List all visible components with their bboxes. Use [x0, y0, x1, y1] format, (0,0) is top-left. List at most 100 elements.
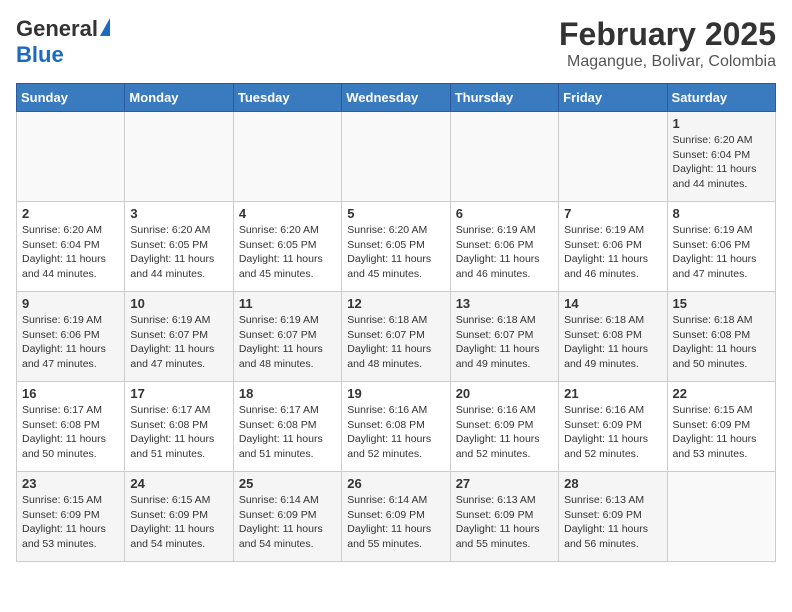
month-title: February 2025: [559, 16, 776, 53]
calendar-cell: 4 Sunrise: 6:20 AM Sunset: 6:05 PM Daylig…: [233, 202, 341, 292]
day-number: 7: [564, 206, 661, 221]
day-info: Sunrise: 6:17 AM Sunset: 6:08 PM Dayligh…: [239, 403, 336, 462]
calendar-cell: 24 Sunrise: 6:15 AM Sunset: 6:09 PM Dayli…: [125, 472, 233, 562]
day-info: Sunrise: 6:15 AM Sunset: 6:09 PM Dayligh…: [22, 493, 119, 552]
calendar-cell: 26 Sunrise: 6:14 AM Sunset: 6:09 PM Dayli…: [342, 472, 450, 562]
day-info: Sunrise: 6:18 AM Sunset: 6:07 PM Dayligh…: [456, 313, 553, 372]
day-info: Sunrise: 6:17 AM Sunset: 6:08 PM Dayligh…: [130, 403, 227, 462]
calendar-cell: 23 Sunrise: 6:15 AM Sunset: 6:09 PM Dayli…: [17, 472, 125, 562]
calendar-cell: 28 Sunrise: 6:13 AM Sunset: 6:09 PM Dayli…: [559, 472, 667, 562]
calendar-cell: 11Sunrise: 6:19 AM Sunset: 6:07 PM Dayli…: [233, 292, 341, 382]
day-number: 22: [673, 386, 770, 401]
calendar-cell: 7 Sunrise: 6:19 AM Sunset: 6:06 PM Daylig…: [559, 202, 667, 292]
calendar-cell: 25 Sunrise: 6:14 AM Sunset: 6:09 PM Dayli…: [233, 472, 341, 562]
day-info: Sunrise: 6:14 AM Sunset: 6:09 PM Dayligh…: [239, 493, 336, 552]
day-info: Sunrise: 6:13 AM Sunset: 6:09 PM Dayligh…: [564, 493, 661, 552]
day-number: 4: [239, 206, 336, 221]
day-number: 19: [347, 386, 444, 401]
calendar-cell: [125, 112, 233, 202]
day-number: 13: [456, 296, 553, 311]
weekday-header-wednesday: Wednesday: [342, 84, 450, 112]
calendar-week-row: 23 Sunrise: 6:15 AM Sunset: 6:09 PM Dayli…: [17, 472, 776, 562]
day-info: Sunrise: 6:16 AM Sunset: 6:08 PM Dayligh…: [347, 403, 444, 462]
day-number: 24: [130, 476, 227, 491]
day-info: Sunrise: 6:19 AM Sunset: 6:06 PM Dayligh…: [673, 223, 770, 282]
weekday-header-friday: Friday: [559, 84, 667, 112]
location-title: Magangue, Bolivar, Colombia: [559, 53, 776, 71]
day-number: 6: [456, 206, 553, 221]
calendar-week-row: 16 Sunrise: 6:17 AM Sunset: 6:08 PM Dayli…: [17, 382, 776, 472]
title-block: February 2025 Magangue, Bolivar, Colombi…: [559, 16, 776, 71]
logo-triangle-icon: [100, 18, 110, 36]
day-info: Sunrise: 6:18 AM Sunset: 6:08 PM Dayligh…: [673, 313, 770, 372]
calendar-cell: [17, 112, 125, 202]
day-number: 9: [22, 296, 119, 311]
day-info: Sunrise: 6:17 AM Sunset: 6:08 PM Dayligh…: [22, 403, 119, 462]
calendar-week-row: 1 Sunrise: 6:20 AM Sunset: 6:04 PM Daylig…: [17, 112, 776, 202]
day-info: Sunrise: 6:20 AM Sunset: 6:05 PM Dayligh…: [130, 223, 227, 282]
day-info: Sunrise: 6:20 AM Sunset: 6:04 PM Dayligh…: [22, 223, 119, 282]
calendar-cell: [342, 112, 450, 202]
day-info: Sunrise: 6:20 AM Sunset: 6:04 PM Dayligh…: [673, 133, 770, 192]
logo: General Blue: [16, 16, 110, 68]
weekday-header-row: SundayMondayTuesdayWednesdayThursdayFrid…: [17, 84, 776, 112]
logo-blue-text: Blue: [16, 42, 64, 68]
day-info: Sunrise: 6:18 AM Sunset: 6:08 PM Dayligh…: [564, 313, 661, 372]
calendar-week-row: 9Sunrise: 6:19 AM Sunset: 6:06 PM Daylig…: [17, 292, 776, 382]
calendar-cell: 21 Sunrise: 6:16 AM Sunset: 6:09 PM Dayli…: [559, 382, 667, 472]
weekday-header-thursday: Thursday: [450, 84, 558, 112]
day-info: Sunrise: 6:16 AM Sunset: 6:09 PM Dayligh…: [456, 403, 553, 462]
calendar-cell: 2Sunrise: 6:20 AM Sunset: 6:04 PM Daylig…: [17, 202, 125, 292]
weekday-header-tuesday: Tuesday: [233, 84, 341, 112]
calendar-cell: 15 Sunrise: 6:18 AM Sunset: 6:08 PM Dayli…: [667, 292, 775, 382]
page-header: General Blue February 2025 Magangue, Bol…: [16, 16, 776, 71]
weekday-header-saturday: Saturday: [667, 84, 775, 112]
calendar-cell: 9Sunrise: 6:19 AM Sunset: 6:06 PM Daylig…: [17, 292, 125, 382]
day-info: Sunrise: 6:16 AM Sunset: 6:09 PM Dayligh…: [564, 403, 661, 462]
calendar-cell: 22Sunrise: 6:15 AM Sunset: 6:09 PM Dayli…: [667, 382, 775, 472]
day-number: 23: [22, 476, 119, 491]
day-info: Sunrise: 6:19 AM Sunset: 6:06 PM Dayligh…: [564, 223, 661, 282]
day-info: Sunrise: 6:14 AM Sunset: 6:09 PM Dayligh…: [347, 493, 444, 552]
calendar-table: SundayMondayTuesdayWednesdayThursdayFrid…: [16, 83, 776, 562]
calendar-cell: 17 Sunrise: 6:17 AM Sunset: 6:08 PM Dayli…: [125, 382, 233, 472]
calendar-cell: [450, 112, 558, 202]
weekday-header-monday: Monday: [125, 84, 233, 112]
logo-general-text: General: [16, 16, 98, 42]
day-number: 5: [347, 206, 444, 221]
calendar-cell: 6 Sunrise: 6:19 AM Sunset: 6:06 PM Daylig…: [450, 202, 558, 292]
day-number: 21: [564, 386, 661, 401]
day-info: Sunrise: 6:19 AM Sunset: 6:06 PM Dayligh…: [456, 223, 553, 282]
day-number: 14: [564, 296, 661, 311]
day-number: 26: [347, 476, 444, 491]
calendar-cell: [667, 472, 775, 562]
day-number: 20: [456, 386, 553, 401]
day-number: 28: [564, 476, 661, 491]
day-number: 18: [239, 386, 336, 401]
day-number: 17: [130, 386, 227, 401]
day-number: 8: [673, 206, 770, 221]
day-info: Sunrise: 6:20 AM Sunset: 6:05 PM Dayligh…: [347, 223, 444, 282]
calendar-cell: [559, 112, 667, 202]
weekday-header-sunday: Sunday: [17, 84, 125, 112]
day-number: 3: [130, 206, 227, 221]
calendar-cell: 18 Sunrise: 6:17 AM Sunset: 6:08 PM Dayli…: [233, 382, 341, 472]
day-info: Sunrise: 6:19 AM Sunset: 6:07 PM Dayligh…: [130, 313, 227, 372]
day-number: 15: [673, 296, 770, 311]
day-info: Sunrise: 6:15 AM Sunset: 6:09 PM Dayligh…: [130, 493, 227, 552]
day-number: 25: [239, 476, 336, 491]
calendar-cell: 13 Sunrise: 6:18 AM Sunset: 6:07 PM Dayli…: [450, 292, 558, 382]
calendar-cell: 14 Sunrise: 6:18 AM Sunset: 6:08 PM Dayli…: [559, 292, 667, 382]
calendar-cell: 12Sunrise: 6:18 AM Sunset: 6:07 PM Dayli…: [342, 292, 450, 382]
calendar-cell: 10Sunrise: 6:19 AM Sunset: 6:07 PM Dayli…: [125, 292, 233, 382]
day-number: 16: [22, 386, 119, 401]
calendar-cell: 5 Sunrise: 6:20 AM Sunset: 6:05 PM Daylig…: [342, 202, 450, 292]
day-number: 12: [347, 296, 444, 311]
day-number: 1: [673, 116, 770, 131]
day-number: 27: [456, 476, 553, 491]
day-number: 11: [239, 296, 336, 311]
calendar-cell: 8 Sunrise: 6:19 AM Sunset: 6:06 PM Daylig…: [667, 202, 775, 292]
day-info: Sunrise: 6:20 AM Sunset: 6:05 PM Dayligh…: [239, 223, 336, 282]
calendar-cell: 20 Sunrise: 6:16 AM Sunset: 6:09 PM Dayli…: [450, 382, 558, 472]
calendar-cell: 19 Sunrise: 6:16 AM Sunset: 6:08 PM Dayli…: [342, 382, 450, 472]
